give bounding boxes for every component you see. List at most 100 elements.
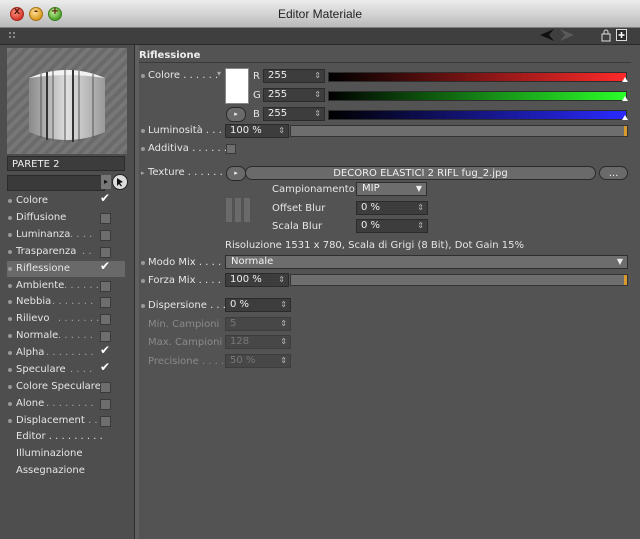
pick-cursor-icon[interactable] bbox=[112, 174, 128, 190]
g-slider-knob[interactable] bbox=[622, 96, 628, 101]
additiva-keyframe-dot[interactable] bbox=[141, 147, 145, 151]
sidebar-item-speculare[interactable]: Speculare . . . . ✔ bbox=[7, 361, 125, 378]
sidebar-item-assegnazione[interactable]: Assegnazione bbox=[7, 463, 125, 479]
campionamento-select[interactable]: MIP ▼ bbox=[356, 182, 427, 196]
modo-mix-select[interactable]: Normale ▼ bbox=[225, 255, 628, 269]
sidebar-item-label: Ambiente bbox=[16, 279, 65, 291]
channel-checkbox[interactable] bbox=[100, 381, 111, 393]
luminosita-label: Luminosità . . . . bbox=[148, 125, 229, 136]
texture-info-text: Risoluzione 1531 x 780, Scala di Grigi (… bbox=[225, 240, 525, 251]
g-field[interactable]: 255 ⇕ bbox=[263, 88, 325, 102]
channel-sidebar: PARETE 2 ▸ Colore ✔ Diffusione Luminanza . … bbox=[0, 45, 135, 539]
sidebar-item-label: Alpha bbox=[16, 347, 45, 359]
channel-navigator[interactable] bbox=[7, 175, 105, 191]
color-swatch[interactable] bbox=[225, 68, 249, 104]
channel-dot-icon bbox=[8, 283, 12, 288]
sidebar-item-ambiente[interactable]: Ambiente . . . . . . bbox=[7, 278, 125, 294]
modo-mix-keyframe-dot[interactable] bbox=[141, 261, 145, 265]
sidebar-item-nebbia[interactable]: Nebbia . . . . . . . bbox=[7, 294, 125, 310]
scala-blur-field[interactable]: 0 % ⇕ bbox=[356, 219, 428, 233]
sidebar-item-leader: . . . . . . . . bbox=[46, 347, 94, 359]
channel-checkbox[interactable] bbox=[100, 398, 111, 410]
sidebar-item-label: Nebbia bbox=[16, 296, 52, 308]
channel-checkbox[interactable] bbox=[100, 297, 111, 309]
add-window-icon[interactable] bbox=[616, 29, 627, 43]
sidebar-item-label: Diffusione bbox=[16, 211, 67, 223]
checkmark-icon[interactable]: ✔ bbox=[100, 344, 110, 356]
sidebar-item-rilievo[interactable]: Rilievo . . . . . . . bbox=[7, 311, 125, 327]
luminosita-keyframe-dot[interactable] bbox=[141, 129, 145, 133]
sidebar-item-leader: . . . . bbox=[70, 228, 93, 240]
offset-blur-field[interactable]: 0 % ⇕ bbox=[356, 201, 428, 215]
sidebar-item-editor[interactable]: Editor . . . . . . . . . bbox=[7, 429, 125, 445]
luminosita-field[interactable]: 100 % ⇕ bbox=[225, 124, 289, 138]
b-field[interactable]: 255 ⇕ bbox=[263, 107, 325, 121]
texture-expand-icon[interactable]: ▸ bbox=[141, 169, 145, 177]
luminosita-bar[interactable] bbox=[290, 125, 628, 137]
forza-mix-bar[interactable] bbox=[290, 274, 628, 286]
color-picker-button[interactable]: ▸ bbox=[226, 107, 246, 122]
channel-checkbox[interactable] bbox=[100, 280, 111, 292]
g-slider[interactable] bbox=[328, 91, 627, 101]
max-campioni-field: 128 ⇕ bbox=[225, 335, 291, 349]
checkmark-icon[interactable]: ✔ bbox=[100, 260, 110, 272]
luminosita-bar-fill-end bbox=[624, 126, 627, 136]
sidebar-item-illuminazione[interactable]: Illuminazione bbox=[7, 446, 125, 462]
forza-mix-bar-fill-end bbox=[624, 275, 627, 285]
grip-icon[interactable] bbox=[8, 31, 18, 41]
r-slider-knob[interactable] bbox=[622, 77, 628, 82]
additiva-checkbox[interactable] bbox=[226, 144, 236, 154]
sidebar-item-alone[interactable]: Alone . . . . . . . . bbox=[7, 396, 125, 412]
material-preview[interactable] bbox=[7, 48, 127, 154]
sidebar-item-leader: . . . . . . . bbox=[58, 313, 100, 325]
title-bar[interactable]: x - + Editor Materiale bbox=[0, 0, 640, 28]
sidebar-item-leader: . . . . . . . . bbox=[46, 397, 94, 409]
sidebar-item-riflessione[interactable]: Riflessione ✔ bbox=[7, 260, 125, 277]
material-name-field[interactable]: PARETE 2 bbox=[7, 156, 125, 171]
sidebar-item-leader: . . . . . . bbox=[58, 330, 93, 342]
navigator-arrow-button[interactable]: ▸ bbox=[101, 175, 111, 189]
checkmark-icon[interactable]: ✔ bbox=[100, 361, 110, 373]
forza-mix-keyframe-dot[interactable] bbox=[141, 279, 145, 283]
additiva-label: Additiva . . . . . . bbox=[148, 143, 228, 154]
b-slider[interactable] bbox=[328, 110, 627, 120]
channel-dot-icon bbox=[8, 351, 12, 356]
channel-checkbox[interactable] bbox=[100, 212, 111, 224]
channel-checkbox[interactable] bbox=[100, 415, 111, 427]
sidebar-item-displacement[interactable]: Displacement . . bbox=[7, 413, 125, 429]
channel-dot-icon bbox=[8, 401, 12, 406]
checkmark-icon[interactable]: ✔ bbox=[100, 192, 110, 204]
channel-checkbox[interactable] bbox=[100, 246, 111, 258]
texture-menu-button[interactable]: ▸ bbox=[226, 166, 246, 181]
channel-checkbox[interactable] bbox=[100, 331, 111, 343]
sidebar-item-luminanza[interactable]: Luminanza . . . . bbox=[7, 227, 125, 243]
sidebar-item-alpha[interactable]: Alpha . . . . . . . . ✔ bbox=[7, 344, 125, 361]
arrow-left-icon[interactable] bbox=[540, 29, 554, 43]
colore-dropdown-icon[interactable]: ▾ bbox=[217, 69, 221, 78]
sidebar-item-label: Trasparenza bbox=[16, 245, 77, 257]
r-field[interactable]: 255 ⇕ bbox=[263, 69, 325, 83]
colore-keyframe-dot[interactable] bbox=[141, 74, 145, 78]
sidebar-item-normale[interactable]: Normale . . . . . . bbox=[7, 328, 125, 344]
b-slider-knob[interactable] bbox=[622, 115, 628, 120]
offset-blur-label: Offset Blur bbox=[272, 203, 326, 214]
dispersione-keyframe-dot[interactable] bbox=[141, 304, 145, 308]
sidebar-item-colore[interactable]: Colore ✔ bbox=[7, 192, 125, 209]
sidebar-item-label: Rilievo bbox=[16, 313, 50, 325]
channel-checkbox[interactable] bbox=[100, 314, 111, 326]
channel-dot-icon bbox=[8, 418, 12, 423]
dispersione-field[interactable]: 0 % ⇕ bbox=[225, 298, 291, 312]
texture-browse-button[interactable]: ... bbox=[599, 166, 628, 180]
b-label: B bbox=[253, 109, 260, 120]
channel-checkbox[interactable] bbox=[100, 229, 111, 241]
sidebar-item-trasparenza[interactable]: Trasparenza . . bbox=[7, 244, 125, 260]
sidebar-item-colore-speculare[interactable]: Colore Speculare bbox=[7, 379, 125, 395]
channel-dot-icon bbox=[8, 232, 12, 237]
forza-mix-field[interactable]: 100 % ⇕ bbox=[225, 273, 289, 287]
material-editor-window: x - + Editor Materiale PARETE 2 ▸ Colore… bbox=[0, 0, 640, 539]
r-slider[interactable] bbox=[328, 72, 627, 82]
sidebar-item-diffusione[interactable]: Diffusione bbox=[7, 210, 125, 226]
lock-icon[interactable] bbox=[601, 29, 611, 43]
texture-file-button[interactable]: DECORO ELASTICI 2 RIFL fug_2.jpg bbox=[245, 166, 596, 180]
scala-blur-label: Scala Blur bbox=[272, 221, 323, 232]
